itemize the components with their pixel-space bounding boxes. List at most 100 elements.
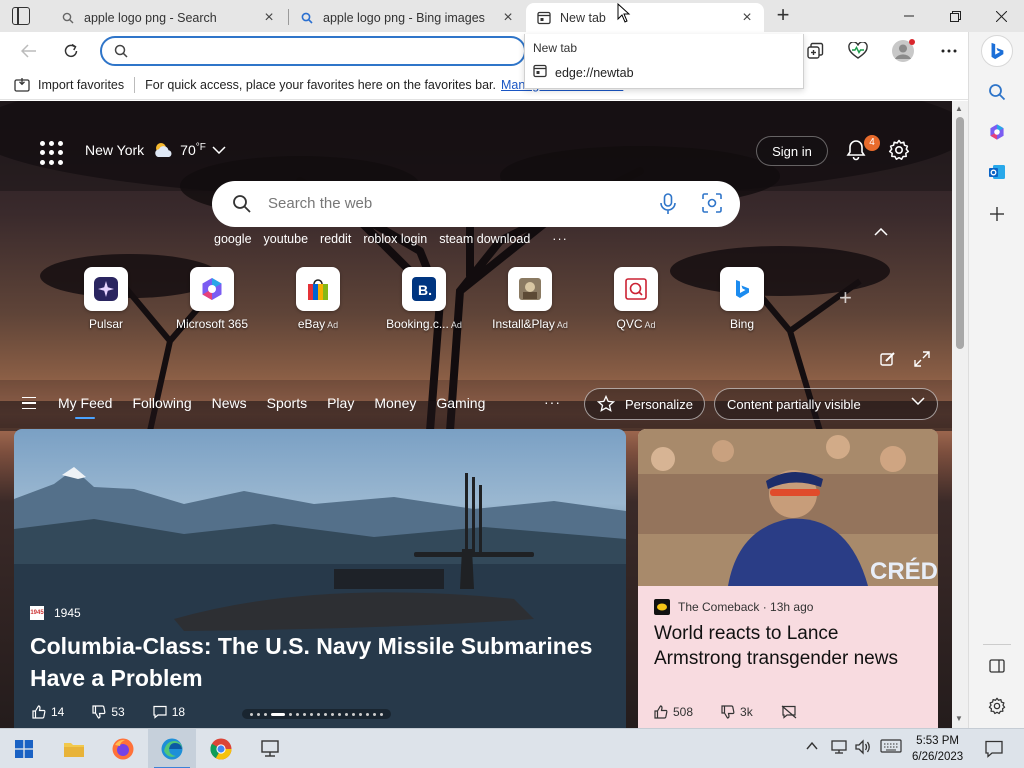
remote-desktop-button[interactable] bbox=[246, 729, 294, 768]
page-settings-gear-icon[interactable] bbox=[888, 139, 910, 161]
suggestion-item[interactable]: edge://newtab bbox=[533, 64, 634, 81]
settings-and-more-button[interactable] bbox=[936, 38, 962, 64]
tab-news[interactable]: News bbox=[212, 395, 247, 411]
close-icon[interactable]: × bbox=[501, 9, 515, 25]
close-window-button[interactable] bbox=[978, 0, 1024, 32]
sidebar-search-button[interactable] bbox=[983, 78, 1011, 106]
clock-date: 6/26/2023 bbox=[912, 751, 964, 763]
show-hidden-icons-chevron-icon[interactable] bbox=[806, 739, 818, 753]
tab-new-tab[interactable]: New tab × bbox=[526, 3, 764, 32]
web-search-box[interactable]: Search the web bbox=[212, 181, 740, 227]
sidebar-add-button[interactable] bbox=[983, 200, 1011, 228]
bing-chat-button[interactable] bbox=[981, 35, 1013, 67]
add-quick-link-button[interactable]: + bbox=[839, 285, 852, 311]
close-icon[interactable]: × bbox=[740, 9, 754, 25]
collections-button[interactable] bbox=[802, 38, 828, 64]
weather-widget[interactable]: New York 70°F bbox=[85, 141, 226, 159]
trending-item[interactable]: steam download bbox=[439, 232, 530, 246]
search-input[interactable]: Search the web bbox=[268, 195, 372, 212]
weather-temp-value: 70 bbox=[180, 142, 196, 158]
refresh-button[interactable] bbox=[58, 38, 84, 64]
like-count: 508 bbox=[673, 705, 694, 719]
trending-more-button[interactable]: ··· bbox=[552, 232, 568, 246]
chevron-up-icon[interactable] bbox=[874, 228, 888, 236]
quick-link-pulsar[interactable]: Pulsar bbox=[61, 267, 151, 331]
sidebar-outlook-button[interactable] bbox=[983, 158, 1011, 186]
news-headline[interactable]: World reacts to Lance Armstrong transgen… bbox=[654, 621, 929, 671]
customize-sidebar-button[interactable] bbox=[983, 692, 1011, 720]
network-icon[interactable] bbox=[830, 739, 848, 758]
tab-gaming[interactable]: Gaming bbox=[436, 395, 485, 411]
like-button[interactable]: 14 bbox=[32, 705, 78, 719]
new-tab-button[interactable]: + bbox=[772, 4, 794, 27]
system-clock[interactable]: 5:53 PM 6/26/2023 bbox=[912, 733, 963, 765]
scroll-down-arrow-icon[interactable]: ▼ bbox=[955, 714, 963, 723]
back-button[interactable] bbox=[16, 38, 42, 64]
news-source[interactable]: 1945 1945 bbox=[30, 606, 81, 620]
quick-link-qvc[interactable]: QVC Ad bbox=[591, 267, 681, 331]
quick-link-label: QVC bbox=[616, 317, 643, 331]
news-card-side[interactable]: CRÉD The Comeback · 13h ago World reacts… bbox=[638, 429, 938, 728]
edge-button[interactable] bbox=[148, 729, 196, 768]
trending-item[interactable]: reddit bbox=[320, 232, 351, 246]
menu-hamburger-icon[interactable] bbox=[22, 397, 36, 409]
scrollbar-thumb[interactable] bbox=[956, 117, 964, 349]
tab-money[interactable]: Money bbox=[374, 395, 416, 411]
file-explorer-button[interactable] bbox=[50, 729, 98, 768]
news-headline[interactable]: Columbia-Class: The U.S. Navy Missile Su… bbox=[30, 630, 610, 694]
news-card-main[interactable]: 1945 1945 Columbia-Class: The U.S. Navy … bbox=[14, 429, 626, 728]
minimize-button[interactable] bbox=[886, 0, 932, 32]
chrome-button[interactable] bbox=[197, 729, 245, 768]
personalize-button[interactable]: Personalize bbox=[584, 388, 705, 420]
comments-button[interactable]: 18 bbox=[153, 705, 199, 719]
visual-search-icon[interactable] bbox=[702, 193, 722, 213]
carousel-pager[interactable] bbox=[242, 709, 391, 719]
tab-play[interactable]: Play bbox=[327, 395, 354, 411]
sign-in-button[interactable]: Sign in bbox=[756, 136, 828, 166]
newtab-page-icon bbox=[533, 64, 547, 81]
sidebar-office-button[interactable] bbox=[983, 118, 1011, 146]
news-source[interactable]: The Comeback · 13h ago bbox=[654, 599, 813, 615]
tab-apple-logo-search[interactable]: apple logo png - Search × bbox=[50, 3, 286, 32]
action-center-button[interactable] bbox=[970, 729, 1018, 768]
comment-icon bbox=[153, 705, 167, 719]
feed-more-button[interactable]: ··· bbox=[544, 394, 561, 410]
quick-link-bing[interactable]: Bing bbox=[697, 267, 787, 331]
tab-following[interactable]: Following bbox=[132, 395, 191, 411]
scroll-up-arrow-icon[interactable]: ▲ bbox=[955, 104, 963, 113]
trending-item[interactable]: roblox login bbox=[363, 232, 427, 246]
expand-background-icon[interactable] bbox=[914, 351, 930, 367]
keyboard-icon[interactable] bbox=[880, 739, 902, 756]
close-icon[interactable]: × bbox=[262, 9, 276, 25]
tab-apple-logo-bing-images[interactable]: apple logo png - Bing images × bbox=[289, 3, 525, 32]
trending-item[interactable]: google bbox=[214, 232, 252, 246]
firefox-button[interactable] bbox=[99, 729, 147, 768]
apps-launcher-icon[interactable] bbox=[40, 141, 64, 165]
content-visibility-dropdown[interactable]: Content partially visible bbox=[714, 388, 938, 420]
like-button[interactable]: 508 bbox=[654, 705, 707, 719]
quick-link-microsoft-365[interactable]: Microsoft 365 bbox=[167, 267, 257, 331]
tab-my-feed[interactable]: My Feed bbox=[58, 395, 112, 419]
tab-actions-button[interactable] bbox=[12, 7, 30, 25]
dislike-button[interactable]: 53 bbox=[92, 705, 138, 719]
comments-disabled-button[interactable] bbox=[781, 705, 802, 719]
quick-link-booking[interactable]: B. Booking.c... Ad bbox=[379, 267, 469, 331]
browser-essentials-button[interactable] bbox=[845, 38, 871, 64]
address-bar[interactable] bbox=[100, 36, 526, 66]
import-favorites-button[interactable]: Import favorites bbox=[14, 77, 124, 92]
edit-background-icon[interactable] bbox=[880, 351, 896, 367]
profile-button[interactable] bbox=[890, 38, 916, 64]
microphone-icon[interactable] bbox=[658, 193, 678, 215]
hide-sidebar-button[interactable] bbox=[983, 652, 1011, 680]
quick-link-install-play[interactable]: Install&Play Ad bbox=[485, 267, 575, 331]
trending-item[interactable]: youtube bbox=[264, 232, 308, 246]
tab-sports[interactable]: Sports bbox=[267, 395, 307, 411]
volume-icon[interactable] bbox=[854, 739, 872, 758]
bing-icon bbox=[991, 42, 1004, 60]
dislike-button[interactable]: 3k bbox=[721, 705, 767, 719]
thumbs-down-icon bbox=[92, 705, 106, 719]
start-button[interactable] bbox=[0, 729, 48, 768]
quick-link-ebay[interactable]: eBay Ad bbox=[273, 267, 363, 331]
page-scrollbar[interactable]: ▲ ▼ bbox=[952, 101, 968, 728]
restore-button[interactable] bbox=[932, 0, 978, 32]
